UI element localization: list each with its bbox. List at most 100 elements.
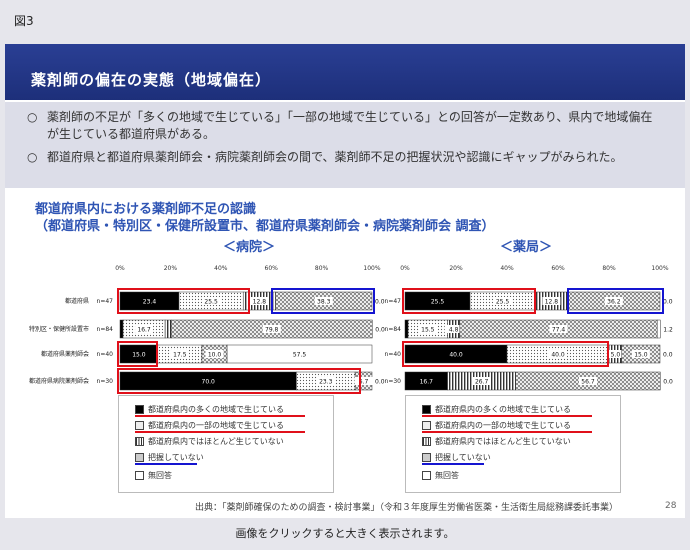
summary-box: ○ 薬剤師の不足が「多くの地域で生じている」「一部の地域で生じている」との回答が一… (5, 102, 685, 188)
legend-item: 都道府県内の一部の地域で生じている (135, 420, 284, 431)
legend-swatch-noanswer (422, 471, 431, 480)
data-label: 0.0 (663, 379, 673, 386)
data-label: 57.5 (293, 352, 307, 359)
legend-label: 無回答 (148, 471, 172, 480)
data-label: 79.8 (265, 327, 279, 334)
legend-pharmacy: 都道府県内の多くの地域で生じている 都道府県内の一部の地域で生じている 都道府県… (405, 395, 621, 493)
category-n-label: n=40 (385, 351, 402, 358)
axis-tick-label: 20% (164, 265, 178, 272)
data-label: 0.0 (663, 352, 673, 359)
legend-underline-red (135, 415, 305, 417)
data-label: 36.2 (607, 299, 621, 306)
legend-swatch-many (422, 405, 431, 414)
data-label: 12.8 (253, 299, 267, 306)
category-n-label: n=47 (385, 298, 402, 305)
data-label: 5.0 (611, 352, 621, 359)
legend-swatch-noanswer (135, 471, 144, 480)
data-label: 15.0 (132, 352, 146, 359)
bullet-1-text: 薬剤師の不足が「多くの地域で生じている」「一部の地域で生じている」との回答が一定… (47, 110, 653, 141)
bullet-2-mark: ○ (27, 150, 38, 164)
legend-swatch-rarely (422, 437, 431, 446)
data-label: 4.8 (449, 327, 459, 334)
data-label: 0.0 (375, 327, 385, 334)
legend-swatch-many (135, 405, 144, 414)
click-to-enlarge-caption[interactable]: 画像をクリックすると大きく表示されます。 (0, 525, 690, 541)
data-label: 15.0 (634, 352, 648, 359)
legend-swatch-unknown (422, 453, 431, 462)
bullet-1: ○ 薬剤師の不足が「多くの地域で生じている」「一部の地域で生じている」との回答が一… (27, 109, 667, 143)
page-number: 28 (665, 501, 677, 511)
data-label: 25.5 (204, 299, 218, 306)
data-label: 15.5 (421, 327, 435, 334)
legend-label: 把握していない (148, 453, 204, 462)
data-label: 26.7 (475, 379, 489, 386)
bar-segment (404, 319, 409, 339)
legend-underline-blue (422, 463, 484, 465)
slide-title: 薬剤師の偏在の実態（地域偏在） (31, 71, 272, 89)
axis-tick-label: 100% (651, 265, 668, 272)
legend-label: 都道府県内の一部の地域で生じている (148, 421, 284, 430)
category-n-label: n=40 (97, 351, 114, 358)
legend-underline-red (422, 415, 592, 417)
data-label: 70.0 (202, 379, 216, 386)
legend-hospital: 都道府県内の多くの地域で生じている 都道府県内の一部の地域で生じている 都道府県… (118, 395, 334, 493)
data-label: 12.8 (545, 299, 559, 306)
legend-label: 都道府県内ではほとんど生じていない (435, 437, 571, 446)
data-label: 16.7 (420, 379, 434, 386)
slide: 薬剤師の偏在の実態（地域偏在） ○ 薬剤師の不足が「多くの地域で生じている」「一部… (5, 44, 685, 518)
legend-label: 都道府県内の多くの地域で生じている (148, 405, 284, 414)
legend-item: 把握していない (135, 452, 204, 463)
data-label: 38.3 (317, 299, 331, 306)
data-label: 10.0 (208, 352, 222, 359)
legend-item: 都道府県内ではほとんど生じていない (422, 436, 571, 447)
bullet-2-text: 都道府県と都道府県薬剤師会・病院薬剤師会の間で、薬剤師不足の把握状況や認識にギャ… (47, 150, 623, 164)
category-n-label: n=84 (385, 326, 402, 333)
legend-label: 把握していない (435, 453, 491, 462)
bar-segment (164, 319, 172, 339)
bullet-2: ○ 都道府県と都道府県薬剤師会・病院薬剤師会の間で、薬剤師不足の把握状況や認識にギ… (27, 149, 667, 166)
legend-label: 都道府県内ではほとんど生じていない (148, 437, 284, 446)
legend-swatch-some (135, 421, 144, 430)
legend-swatch-rarely (135, 437, 144, 446)
legend-item: 把握していない (422, 452, 491, 463)
category-label: 都道府県薬剤師会 (41, 350, 89, 358)
data-label: 25.5 (431, 299, 445, 306)
axis-tick-label: 80% (315, 265, 329, 272)
data-label: 40.0 (551, 352, 565, 359)
category-n-label: n=84 (97, 326, 114, 333)
chart-canvas: 0% 20% 40% 60% 80% 100% 都道府県 n=47 23.4 25.5 12.8 38… (29, 265, 673, 394)
data-label: 56.7 (581, 379, 595, 386)
legend-item: 無回答 (422, 470, 459, 481)
data-label: 1.2 (663, 327, 673, 334)
category-n-label: n=47 (97, 298, 114, 305)
legend-item: 無回答 (135, 470, 172, 481)
data-label: 25.5 (496, 299, 510, 306)
axis-tick-label: 40% (214, 265, 228, 272)
legend-underline-red (135, 431, 305, 433)
legend-label: 都道府県内の一部の地域で生じている (435, 421, 571, 430)
data-label: 17.5 (173, 352, 187, 359)
data-label: 0.0 (663, 299, 673, 306)
slide-title-bar: 薬剤師の偏在の実態（地域偏在） (5, 44, 685, 100)
legend-swatch-unknown (135, 453, 144, 462)
legend-label: 無回答 (435, 471, 459, 480)
data-label: 0.0 (375, 379, 385, 386)
data-label: 23.3 (319, 379, 333, 386)
legend-item: 都道府県内の多くの地域で生じている (422, 404, 571, 415)
data-label: 0.0 (375, 299, 385, 306)
data-label: 23.4 (143, 299, 157, 306)
legend-item: 都道府県内ではほとんど生じていない (135, 436, 284, 447)
bullet-1-mark: ○ (27, 110, 38, 124)
data-label: 40.0 (449, 352, 463, 359)
category-label: 都道府県病院薬剤師会 (29, 377, 89, 385)
category-n-label: n=30 (385, 378, 402, 385)
category-label: 特別区・保健所設置市 (29, 325, 89, 333)
axis-tick-label: 0% (400, 265, 410, 272)
category-n-label: n=30 (97, 378, 114, 385)
axis-tick-label: 60% (265, 265, 279, 272)
chart-subtitle: （都道府県・特別区・保健所設置市、都道府県薬剤師会・病院薬剤師会 調査） (35, 219, 495, 234)
legend-item: 都道府県内の一部の地域で生じている (422, 420, 571, 431)
axis-tick-label: 0% (115, 265, 125, 272)
data-label: 16.7 (137, 327, 151, 334)
legend-underline-blue (135, 463, 197, 465)
